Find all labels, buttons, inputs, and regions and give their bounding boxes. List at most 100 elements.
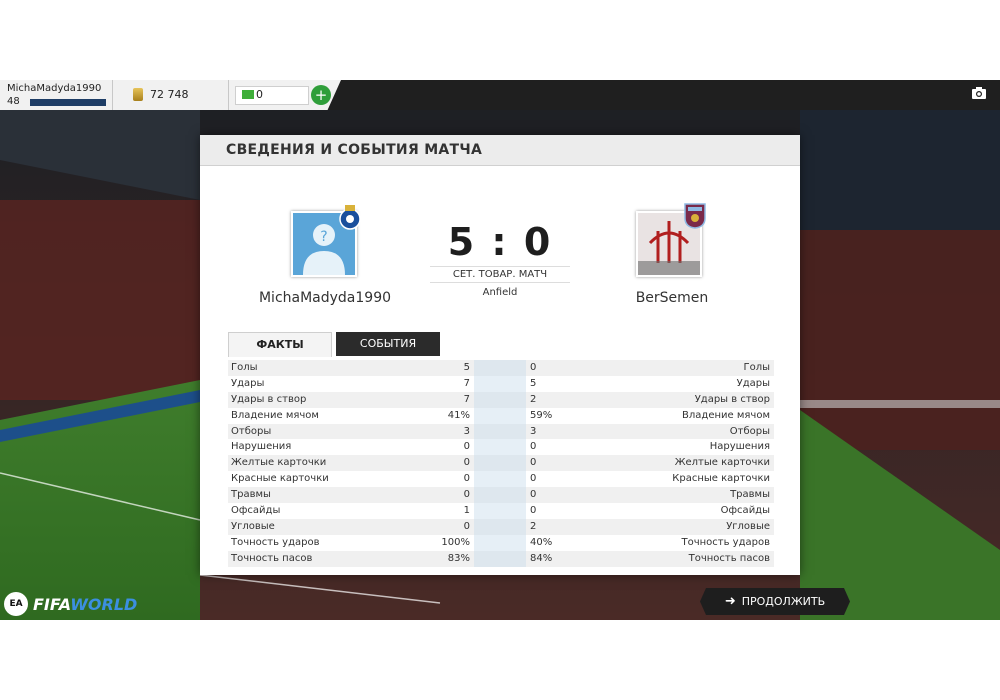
stat-divider: [474, 471, 526, 488]
stat-row: Удары в створ 7 2 Удары в створ: [228, 391, 774, 408]
stat-label-home: Владение мячом: [231, 409, 319, 421]
coins-value: 72 748: [150, 88, 189, 101]
stat-value-home: 7: [463, 377, 470, 389]
stat-label-home: Нарушения: [231, 441, 292, 453]
stat-label-away: Офсайды: [720, 505, 770, 517]
stat-label-away: Удары: [736, 377, 770, 389]
stat-value-home: 1: [463, 505, 470, 517]
match-score: 5 : 0: [447, 220, 553, 264]
stat-value-home: 0: [463, 489, 470, 501]
stat-value-home: 0: [463, 473, 470, 485]
stat-row: Точность пасов 83% 84% Точность пасов: [228, 550, 774, 567]
dialog-header: СВЕДЕНИЯ И СОБЫТИЯ МАТЧА: [200, 135, 800, 166]
stat-value-home: 0: [463, 441, 470, 453]
stat-label-home: Офсайды: [231, 505, 281, 517]
stat-label-away: Угловые: [726, 520, 770, 532]
home-club-crest-icon: [339, 204, 361, 230]
user-panel[interactable]: MichaMadyda1990 48: [0, 80, 113, 110]
stat-value-away: 5: [530, 377, 537, 389]
stat-value-home: 5: [463, 362, 470, 373]
user-level: 48: [7, 96, 20, 107]
stat-value-away: 0: [530, 473, 537, 485]
stat-label-home: Желтые карточки: [231, 457, 327, 469]
stat-value-home: 100%: [441, 536, 470, 548]
match-type: СЕТ. ТОВАР. МАТЧ: [430, 266, 570, 283]
ea-sports-logo: EA: [4, 592, 28, 616]
stat-label-home: Точность пасов: [231, 552, 313, 564]
stat-row: Желтые карточки 0 0 Желтые карточки: [228, 455, 774, 472]
match-facts-dialog: СВЕДЕНИЯ И СОБЫТИЯ МАТЧА ? MichaMadyda19…: [200, 135, 800, 575]
stat-value-away: 0: [530, 489, 537, 501]
stat-row: Голы 5 0 Голы: [228, 360, 774, 376]
fifa-world-wordmark: FIFAWORLD: [33, 595, 137, 614]
stat-divider: [474, 375, 526, 392]
stat-label-away: Красные карточки: [672, 473, 770, 485]
stat-value-away: 40%: [530, 536, 553, 548]
stat-value-home: 3: [463, 425, 470, 437]
camera-icon[interactable]: [972, 87, 986, 102]
points-icon: [242, 90, 254, 99]
tab-facts[interactable]: ФАКТЫ: [228, 332, 332, 357]
stat-value-home: 0: [463, 457, 470, 469]
tab-events[interactable]: СОБЫТИЯ: [336, 332, 440, 356]
coins-panel: 72 748: [113, 80, 229, 110]
match-venue: Anfield: [482, 287, 518, 298]
stat-value-away: 2: [530, 520, 537, 532]
dialog-title: СВЕДЕНИЯ И СОБЫТИЯ МАТЧА: [226, 142, 483, 158]
points-value: 0: [256, 88, 263, 101]
stat-divider: [474, 423, 526, 440]
stat-value-away: 2: [530, 393, 537, 405]
stat-label-away: Голы: [743, 362, 770, 373]
stat-row: Удары 7 5 Удары: [228, 375, 774, 392]
home-team-name: MichaMadyda1990: [258, 290, 392, 306]
continue-button[interactable]: ➜ ПРОДОЛЖИТЬ: [700, 588, 850, 615]
stat-value-away: 0: [530, 362, 537, 373]
stat-divider: [474, 534, 526, 551]
stat-divider: [474, 391, 526, 408]
stat-divider: [474, 518, 526, 535]
stat-divider: [474, 439, 526, 456]
level-progress-bar: [30, 99, 106, 106]
world-wordmark: WORLD: [70, 595, 138, 614]
stat-label-home: Красные карточки: [231, 473, 329, 485]
stat-divider: [474, 487, 526, 504]
game-screen: MichaMadyda1990 48 72 748 0 + СВЕДЕНИЯ И…: [0, 80, 1000, 620]
stat-label-home: Удары: [231, 377, 265, 389]
stat-label-home: Точность ударов: [231, 536, 320, 548]
svg-text:?: ?: [320, 229, 327, 245]
stat-label-home: Отборы: [231, 425, 272, 437]
stat-divider: [474, 455, 526, 472]
stat-label-home: Голы: [231, 362, 258, 373]
points-panel: 0 +: [229, 80, 341, 110]
stat-value-away: 0: [530, 441, 537, 453]
stat-value-home: 0: [463, 520, 470, 532]
stat-label-home: Удары в створ: [231, 393, 307, 405]
stat-row: Угловые 0 2 Угловые: [228, 518, 774, 535]
stat-label-away: Точность пасов: [688, 552, 770, 564]
stat-value-home: 7: [463, 393, 470, 405]
fifa-wordmark: FIFA: [33, 595, 71, 614]
stat-divider: [474, 407, 526, 424]
stat-row: Нарушения 0 0 Нарушения: [228, 439, 774, 456]
stat-row: Точность ударов 100% 40% Точность ударов: [228, 534, 774, 551]
stat-value-away: 84%: [530, 552, 553, 564]
stat-value-away: 59%: [530, 409, 553, 421]
stat-row: Владение мячом 41% 59% Владение мячом: [228, 407, 774, 424]
stat-label-away: Владение мячом: [682, 409, 770, 421]
arrow-right-icon: ➜: [724, 594, 736, 609]
username: MichaMadyda1990: [7, 83, 102, 94]
stat-row: Травмы 0 0 Травмы: [228, 487, 774, 504]
stat-value-home: 83%: [447, 552, 470, 564]
stat-value-away: 3: [530, 425, 537, 437]
stat-value-away: 0: [530, 457, 537, 469]
stat-label-away: Удары в створ: [694, 393, 770, 405]
stat-row: Красные карточки 0 0 Красные карточки: [228, 471, 774, 488]
stat-value-away: 0: [530, 505, 537, 517]
stat-label-away: Отборы: [729, 425, 770, 437]
stat-value-home: 41%: [447, 409, 470, 421]
stat-divider: [474, 550, 526, 567]
away-team-name: BerSemen: [635, 290, 709, 306]
stat-label-home: Травмы: [231, 489, 271, 501]
add-points-button[interactable]: +: [311, 85, 331, 105]
coins-icon: [133, 88, 143, 101]
